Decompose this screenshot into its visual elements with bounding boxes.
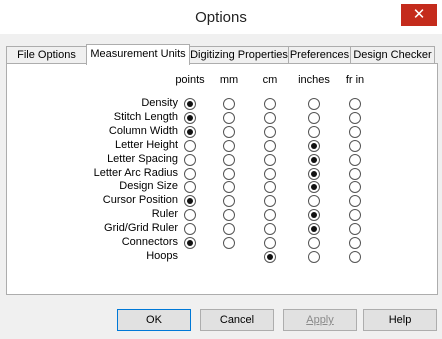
row-label: Cursor Position (102, 194, 178, 207)
row-label: Connectors (121, 236, 178, 248)
radio-points[interactable] (184, 111, 196, 124)
radio-fr-in[interactable] (349, 98, 361, 110)
title-bar: Options ✕ (0, 0, 442, 34)
radio-mm[interactable] (223, 98, 235, 110)
dialog-title: Options (195, 9, 247, 26)
radio-cm[interactable] (264, 98, 276, 110)
radio-cm[interactable] (264, 111, 276, 124)
row-label: Letter Height (115, 138, 178, 151)
row-label: Design Size (119, 180, 178, 193)
radio-points[interactable] (184, 153, 196, 166)
measurement-units-panel (6, 63, 438, 295)
radio-inches[interactable] (308, 111, 320, 124)
radio-inches[interactable] (308, 237, 320, 249)
radio-cm[interactable] (264, 237, 276, 249)
row-label: Column Width (108, 124, 178, 137)
column-header-inches: inches (298, 74, 330, 86)
radio-mm[interactable] (223, 125, 235, 138)
radio-cm[interactable] (264, 223, 276, 236)
radio-fr-in[interactable] (349, 125, 361, 138)
close-button[interactable]: ✕ (401, 4, 437, 26)
column-header-mm: mm (219, 74, 239, 86)
radio-mm[interactable] (223, 237, 235, 249)
radio-fr-in[interactable] (349, 250, 361, 263)
radio-cm[interactable] (264, 139, 276, 152)
tab-design-checker[interactable]: Design Checker (350, 46, 435, 63)
radio-cm[interactable] (264, 250, 276, 263)
radio-points[interactable] (184, 98, 196, 110)
ok-button[interactable]: OK (117, 309, 191, 331)
tab-preferences[interactable]: Preferences (288, 46, 351, 63)
tab-file-options[interactable]: File Options (6, 46, 87, 63)
column-header-points: points (175, 74, 205, 86)
radio-inches[interactable] (308, 250, 320, 263)
cancel-button[interactable]: Cancel (200, 309, 274, 331)
column-header-cm: cm (262, 74, 278, 86)
row-label: Stitch Length (113, 110, 178, 123)
close-icon: ✕ (412, 6, 426, 23)
radio-fr-in[interactable] (349, 167, 361, 180)
help-button[interactable]: Help (363, 309, 437, 331)
radio-points[interactable] (184, 167, 196, 180)
radio-mm[interactable] (223, 111, 235, 124)
radio-fr-in[interactable] (349, 111, 361, 124)
radio-inches[interactable] (308, 98, 320, 110)
radio-fr-in[interactable] (349, 237, 361, 249)
options-dialog: Options ✕ File Options Measurement Units… (0, 0, 442, 339)
radio-mm[interactable] (223, 153, 235, 166)
radio-cm[interactable] (264, 153, 276, 166)
radio-mm[interactable] (223, 139, 235, 152)
radio-mm[interactable] (223, 223, 235, 236)
row-label: Hoops (146, 249, 178, 262)
tab-digitizing-properties[interactable]: Digitizing Properties (189, 46, 289, 63)
radio-inches[interactable] (308, 223, 320, 236)
row-label: Grid/Grid Ruler (104, 222, 178, 235)
radio-points[interactable] (184, 139, 196, 152)
row-label: Ruler (151, 208, 178, 221)
tab-bar: File Options Measurement Units Digitizin… (6, 44, 438, 65)
radio-inches[interactable] (308, 125, 320, 138)
radio-inches[interactable] (308, 139, 320, 152)
radio-inches[interactable] (308, 153, 320, 166)
radio-fr-in[interactable] (349, 223, 361, 236)
row-label: Density (141, 97, 178, 109)
radio-mm[interactable] (223, 167, 235, 180)
column-header-fr-in: fr in (345, 74, 365, 86)
radio-fr-in[interactable] (349, 139, 361, 152)
apply-button[interactable]: Apply (283, 309, 357, 331)
tab-measurement-units[interactable]: Measurement Units (86, 44, 190, 65)
radio-fr-in[interactable] (349, 153, 361, 166)
radio-points[interactable] (184, 125, 196, 138)
radio-points[interactable] (184, 223, 196, 236)
radio-points[interactable] (184, 237, 196, 249)
radio-cm[interactable] (264, 167, 276, 180)
radio-cm[interactable] (264, 125, 276, 138)
row-label: Letter Arc Radius (93, 166, 178, 179)
row-label: Letter Spacing (107, 152, 178, 165)
radio-inches[interactable] (308, 167, 320, 180)
